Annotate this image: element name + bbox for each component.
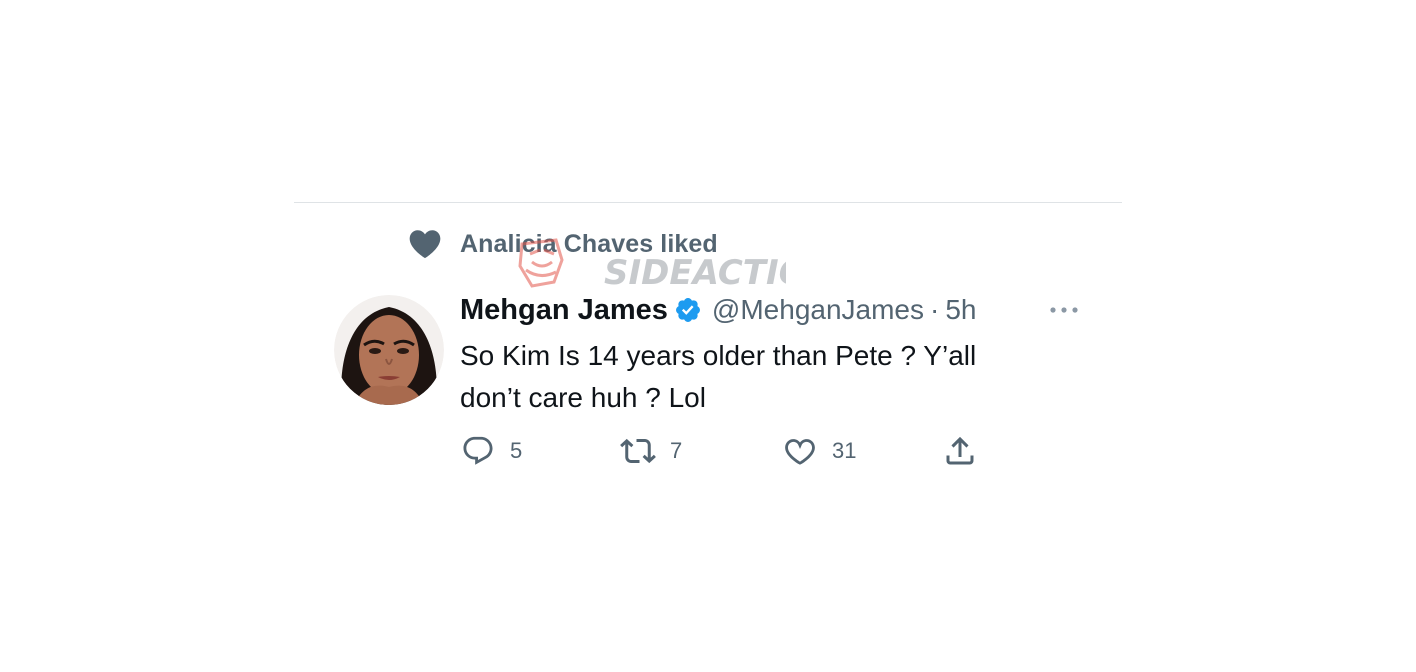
verified-badge-icon [674, 295, 704, 325]
heart-outline-icon [782, 433, 818, 469]
tweet-text: So Kim Is 14 years older than Pete ? Y’a… [460, 335, 1080, 419]
tweet-text-line-2: don’t care huh ? Lol [460, 382, 706, 413]
retweet-button[interactable]: 7 [620, 430, 682, 472]
retweet-count: 7 [670, 438, 683, 463]
share-button[interactable] [942, 430, 978, 472]
display-name[interactable]: Mehgan James [460, 294, 668, 327]
share-icon [942, 433, 978, 469]
liked-by-text: Analicia Chaves liked [460, 229, 718, 258]
user-handle[interactable]: @MehganJames [712, 294, 924, 326]
retweet-icon [620, 433, 656, 469]
tweet-text-line-1: So Kim Is 14 years older than Pete ? Y’a… [460, 340, 977, 371]
divider [294, 202, 1122, 203]
like-count: 31 [832, 438, 857, 463]
reply-count: 5 [510, 438, 523, 463]
timestamp[interactable]: 5h [945, 294, 976, 326]
separator-dot: · [930, 294, 940, 325]
like-button[interactable]: 31 [782, 430, 856, 472]
tweet-page: Analicia Chaves liked SIDEACTION [0, 0, 1416, 672]
more-options-icon[interactable] [1046, 300, 1082, 320]
reply-button[interactable]: 5 [460, 430, 522, 472]
avatar[interactable] [334, 295, 444, 405]
tweet-actions: 5 7 31 [460, 430, 1020, 472]
tweet-header: Mehgan James @MehganJames · 5h [460, 290, 976, 330]
heart-filled-icon [408, 227, 442, 261]
reply-icon [460, 433, 496, 469]
social-context[interactable]: Analicia Chaves liked [408, 226, 718, 262]
